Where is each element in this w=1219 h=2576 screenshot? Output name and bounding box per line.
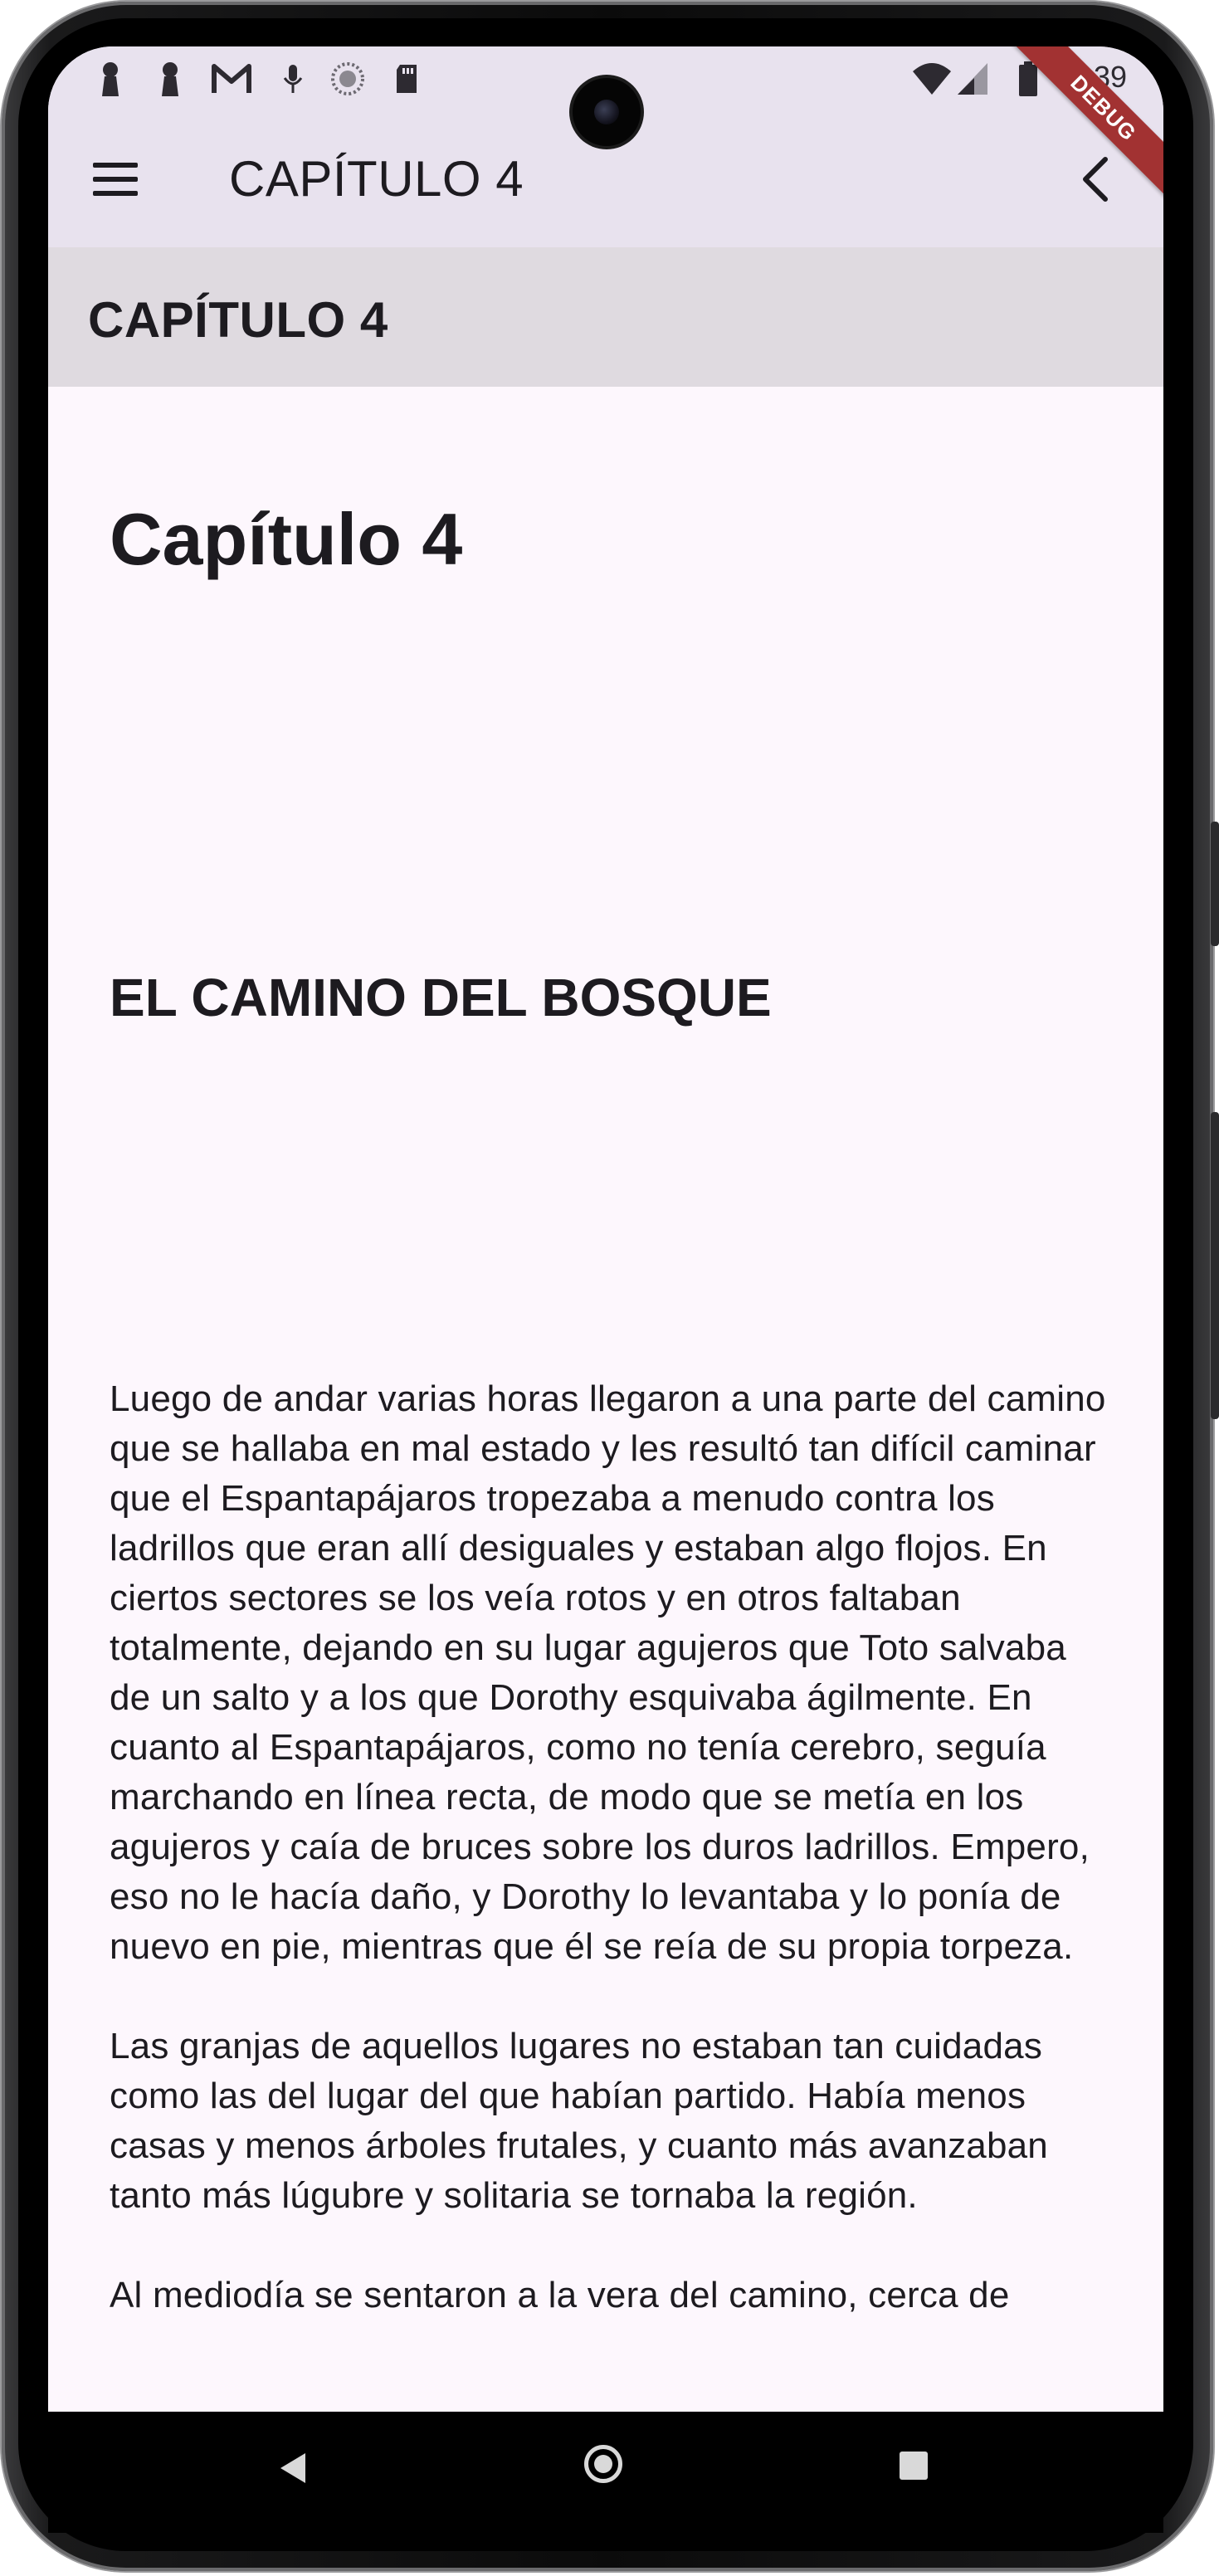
screen: 4:39 CAPÍTULO 4 DEBUG CAPÍTULO 4 Capítul… <box>48 46 1163 2412</box>
app-bar-title: CAPÍTULO 4 <box>229 151 524 207</box>
app-bar: 4:39 CAPÍTULO 4 DEBUG <box>48 46 1163 247</box>
menu-button[interactable] <box>91 154 141 204</box>
power-button <box>1211 1112 1219 1419</box>
nav-home-button[interactable] <box>584 2445 622 2483</box>
paragraph: Las granjas de aquellos lugares no estab… <box>110 2026 1048 2216</box>
chapter-title: Capítulo 4 <box>110 498 463 580</box>
system-nav-bar <box>48 2412 1163 2533</box>
gmail-icon <box>212 64 251 93</box>
chapter-header: CAPÍTULO 4 <box>48 247 1163 387</box>
volume-button <box>1211 822 1219 946</box>
paragraph: Luego de andar varias horas llegaron a u… <box>110 1378 1106 1967</box>
wifi-icon <box>913 63 951 95</box>
nav-back-button[interactable] <box>280 2453 305 2483</box>
status-bar: 4:39 <box>48 46 1163 146</box>
keyhole-icon <box>102 62 119 96</box>
keyhole-icon <box>162 62 178 96</box>
toolbar: CAPÍTULO 4 <box>48 129 1163 229</box>
signal-icon <box>958 63 987 95</box>
chapter-body: Luego de andar varias horas llegaron a u… <box>110 1374 1114 2370</box>
chapter-header-label: CAPÍTULO 4 <box>88 292 388 348</box>
back-button[interactable] <box>1072 154 1122 204</box>
nav-recents-button[interactable] <box>900 2452 928 2480</box>
sync-dots-icon <box>331 62 364 95</box>
microphone-icon <box>283 65 303 93</box>
chapter-subtitle: EL CAMINO DEL BOSQUE <box>110 968 772 1027</box>
sd-card-icon <box>397 65 417 93</box>
device-screenshot: 4:39 CAPÍTULO 4 DEBUG CAPÍTULO 4 Capítul… <box>0 0 1219 2576</box>
paragraph: Al mediodía se sentaron a la vera del ca… <box>110 2275 1010 2315</box>
